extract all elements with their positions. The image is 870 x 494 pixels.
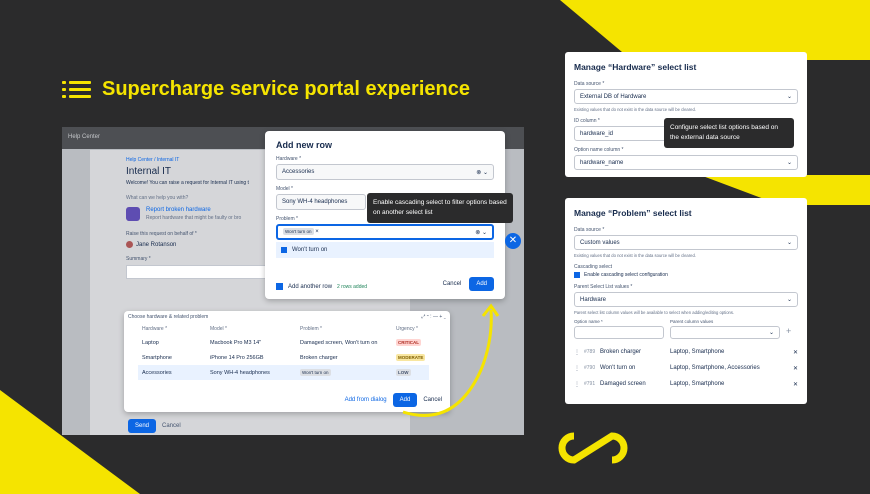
col-header: Hardware *: [142, 326, 168, 332]
option-desc: Report hardware that might be faulty or …: [146, 215, 242, 221]
close-icon: ✕: [792, 365, 798, 372]
table-edit-row[interactable]: Accessories Sony WH-4 headphones Won't tu…: [138, 365, 430, 380]
parent-label: Parent Select List values *: [574, 284, 633, 290]
checkbox-icon: [574, 272, 580, 278]
table-row[interactable]: Smartphone iPhone 14 Pro 256GB Broken char…: [138, 350, 429, 365]
list-item[interactable]: ⋮ #791 Damaged screen Laptop, Smartphone ✕: [574, 376, 798, 392]
chevron-down-icon: ⌄: [786, 160, 792, 166]
hardware-icon: [126, 207, 140, 221]
list-item[interactable]: ⋮ #789 Broken charger Laptop, Smartphone ✕: [574, 344, 798, 360]
rows-added-status: 2 rows added: [337, 283, 368, 290]
hardware-panel-title: Manage “Hardware” select list: [574, 62, 697, 72]
parent-help: Parent select list column values will be…: [574, 310, 735, 315]
model-select[interactable]: Sony WH-4 headphones: [276, 194, 366, 210]
problem-datasource-select[interactable]: Custom values ⌄: [574, 235, 798, 250]
list-item[interactable]: ⋮ #790 Won't turn on Laptop, Smartphone, Ac…: [574, 360, 798, 376]
option-list: ⋮ #789 Broken charger Laptop, Smartphone ✕ ⋮…: [574, 344, 798, 392]
headline: Supercharge service portal experience: [62, 78, 470, 101]
dialog-add-button[interactable]: Add: [469, 277, 494, 291]
list-icon: [62, 80, 92, 99]
chevron-down-icon: ⌄: [786, 94, 792, 100]
close-icon: ✕: [792, 349, 798, 356]
hardware-label: Hardware *: [276, 156, 302, 162]
cascade-label: Cascading select: [574, 264, 613, 270]
col-header: Model *: [210, 326, 227, 332]
dialog-cancel-button[interactable]: Cancel: [443, 281, 462, 287]
ds-label: Data source *: [574, 81, 605, 87]
infinity-logo: [558, 432, 628, 464]
avatar: [126, 241, 133, 248]
option-wont-turn-on[interactable]: Won't turn on: [276, 242, 494, 258]
add-another-checkbox[interactable]: [276, 283, 283, 290]
send-button[interactable]: Send: [128, 419, 157, 433]
name-column-select[interactable]: hardware_name ⌄: [574, 155, 798, 170]
ds-help: Existing values that do not exist in the…: [574, 107, 696, 112]
option-title: Report broken hardware: [146, 207, 211, 213]
table-header-row: Hardware * Model * Problem * Urgency *: [138, 323, 429, 335]
ds-label: Data source *: [574, 227, 605, 233]
col-header: Problem *: [300, 326, 322, 332]
top-diagonal-stripe: [560, 0, 870, 60]
id-column-select[interactable]: hardware_id: [574, 126, 674, 141]
opt-name-header: Option name *: [574, 319, 603, 324]
curved-arrow: [402, 303, 500, 417]
dialog-title: Add new row: [276, 140, 332, 150]
hardware-select[interactable]: Accessories ⊗ ⌄: [276, 164, 494, 180]
datasource-tooltip: Configure select list options based on t…: [664, 118, 794, 148]
parent-select[interactable]: Hardware ⌄: [574, 292, 798, 307]
add-another-label: Add another row: [288, 283, 333, 290]
problem-panel: Manage “Problem” select list Data source…: [565, 198, 807, 404]
portal-cancel-button[interactable]: Cancel: [162, 423, 181, 429]
add-from-dialog-link[interactable]: Add from dialog: [345, 397, 387, 403]
cascading-tooltip: Enable cascading select to filter option…: [367, 193, 513, 223]
model-label: Model *: [276, 186, 293, 192]
table-title: Choose hardware & related problem: [128, 314, 209, 320]
hardware-datasource-select[interactable]: External DB of Hardware ⌄: [574, 89, 798, 104]
table-row[interactable]: Laptop Macbook Pro M3 14" Damaged screen, …: [138, 335, 429, 350]
parent-col-header: Parent column values: [670, 319, 714, 324]
option-name-input[interactable]: [574, 326, 664, 339]
checkbox-icon: [281, 247, 287, 253]
chevron-down-icon: ⌄: [786, 240, 792, 246]
headline-text: Supercharge service portal experience: [102, 78, 470, 100]
app-badge-icon: ✕: [505, 233, 521, 249]
hardware-panel: Manage “Hardware” select list Data sourc…: [565, 52, 807, 177]
problem-panel-title: Manage “Problem” select list: [574, 208, 692, 218]
close-icon: ✕: [792, 381, 798, 388]
add-option-icon[interactable]: +: [786, 326, 791, 339]
problem-select[interactable]: Won't turn on × ⊗ ⌄: [276, 224, 494, 240]
chevron-down-icon: ⌄: [786, 297, 792, 303]
chevron-down-icon: ⊗ ⌄: [475, 229, 487, 236]
cascade-checkbox-row[interactable]: Enable cascading select configuration: [574, 272, 798, 278]
parent-values-select[interactable]: ⌄: [670, 326, 780, 339]
chevron-down-icon: ⊗ ⌄: [476, 169, 488, 176]
ds-help: Existing values that do not exist in the…: [574, 253, 696, 258]
